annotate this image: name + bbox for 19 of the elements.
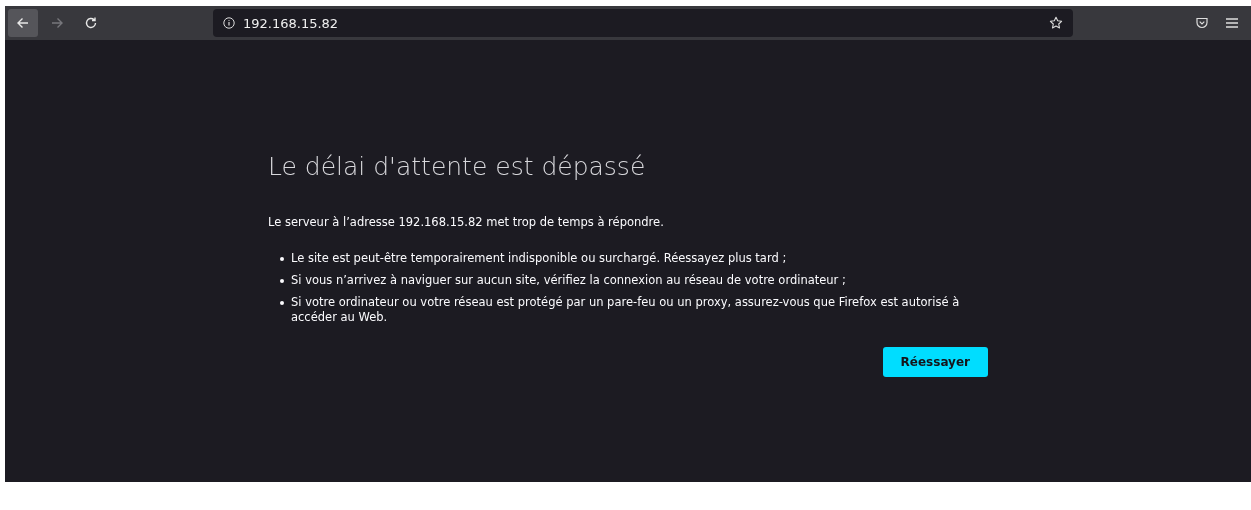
pocket-icon[interactable]: [1195, 16, 1209, 30]
suggestion-text: Le site est peut-être temporairement indisponible ou surchargé. Réessayez plus tard ;: [291, 251, 787, 266]
suggestion-text: Si vous n’arrivez à naviguer sur aucun site, vérifiez la connexion au réseau de votre ordinateur ;: [291, 273, 846, 288]
error-title: Le délai d'attente est dépassé: [268, 152, 647, 181]
back-arrow-icon: [16, 16, 30, 30]
menu-icon[interactable]: [1225, 17, 1239, 29]
info-icon[interactable]: [223, 17, 235, 29]
bullet-icon: [280, 279, 284, 283]
retry-button[interactable]: Réessayer: [882, 347, 988, 377]
forward-arrow-icon: [50, 16, 64, 30]
address-bar[interactable]: 192.168.15.82: [213, 9, 1073, 37]
error-message: Le serveur à l’adresse 192.168.15.82 met trop de temps à répondre.: [268, 215, 665, 229]
bullet-icon: [280, 301, 284, 305]
suggestion-text: Si votre ordinateur ou votre réseau est protégé par un pare-feu ou un proxy, assurez-vous que Firefox est autorisé à accéder au Web.: [291, 295, 961, 325]
star-icon[interactable]: [1049, 16, 1063, 30]
url-text: 192.168.15.82: [243, 15, 340, 31]
back-button[interactable]: [8, 9, 38, 37]
bullet-icon: [280, 257, 284, 261]
reload-icon: [84, 16, 98, 30]
